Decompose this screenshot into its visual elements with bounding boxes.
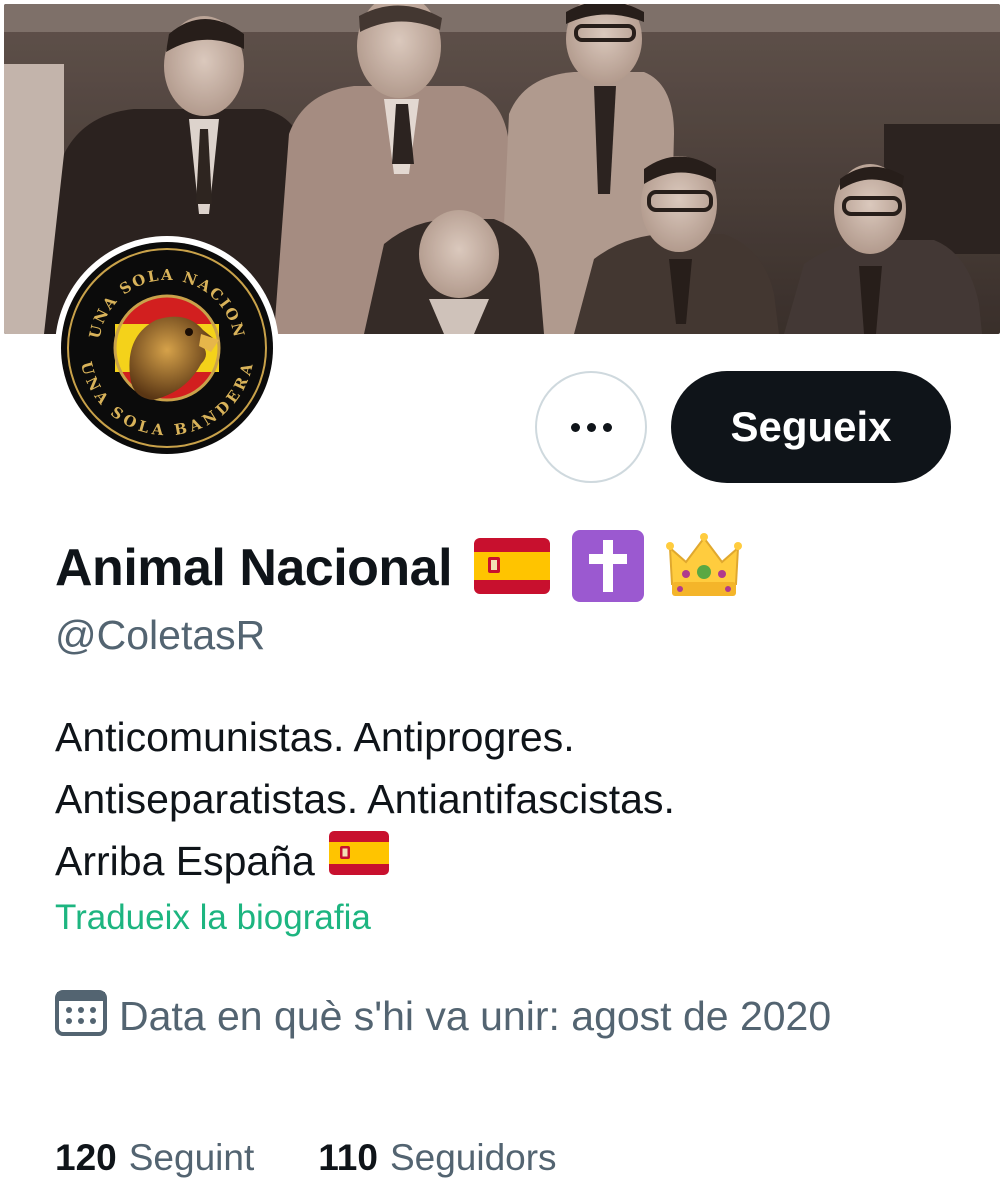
join-date-text: Data en què s'hi va unir: agost de 2020	[119, 993, 832, 1039]
following-count: 120	[55, 1137, 117, 1178]
bio-line-text: Arriba España	[55, 838, 315, 884]
following-link[interactable]: 120 Seguint	[55, 1137, 254, 1179]
user-handle: @ColetasR	[55, 612, 266, 658]
followers-count: 110	[318, 1137, 378, 1178]
avatar[interactable]: UNA SOLA NACION UNA SOLA BANDERA	[55, 236, 279, 460]
bio: Anticomunistas. Antiprogres. Antiseparat…	[55, 706, 955, 892]
spain-flag-icon	[328, 830, 389, 892]
latin-cross-icon	[572, 529, 645, 607]
bio-line: Antiseparatistas. Antiantifascistas.	[55, 768, 955, 830]
following-label: Seguint	[128, 1137, 255, 1178]
more-dot-icon	[602, 422, 612, 432]
more-dot-icon	[586, 422, 596, 432]
avatar-image: UNA SOLA NACION UNA SOLA BANDERA	[61, 242, 273, 454]
spain-flag-icon	[474, 537, 551, 599]
more-options-button[interactable]	[535, 371, 647, 483]
translate-bio-link[interactable]: Tradueix la biografia	[55, 898, 371, 938]
display-name-row: Animal Nacional	[55, 528, 743, 608]
more-dot-icon	[570, 422, 580, 432]
followers-link[interactable]: 110 Seguidors	[318, 1137, 556, 1179]
follow-button[interactable]: Segueix	[671, 371, 951, 483]
crown-icon	[666, 532, 743, 605]
bio-line-text: Antiseparatistas. Antiantifascistas.	[55, 776, 675, 822]
display-name: Animal Nacional	[55, 539, 453, 597]
calendar-icon	[55, 990, 107, 1044]
bio-line-text: Anticomunistas. Antiprogres.	[55, 714, 575, 760]
followers-label: Seguidors	[389, 1137, 557, 1178]
bio-line: Anticomunistas. Antiprogres.	[55, 706, 955, 768]
join-date: Data en què s'hi va unir: agost de 2020	[55, 990, 875, 1044]
bio-line: Arriba España	[55, 830, 955, 892]
follow-stats: 120 Seguint 110 Seguidors	[55, 1134, 557, 1182]
